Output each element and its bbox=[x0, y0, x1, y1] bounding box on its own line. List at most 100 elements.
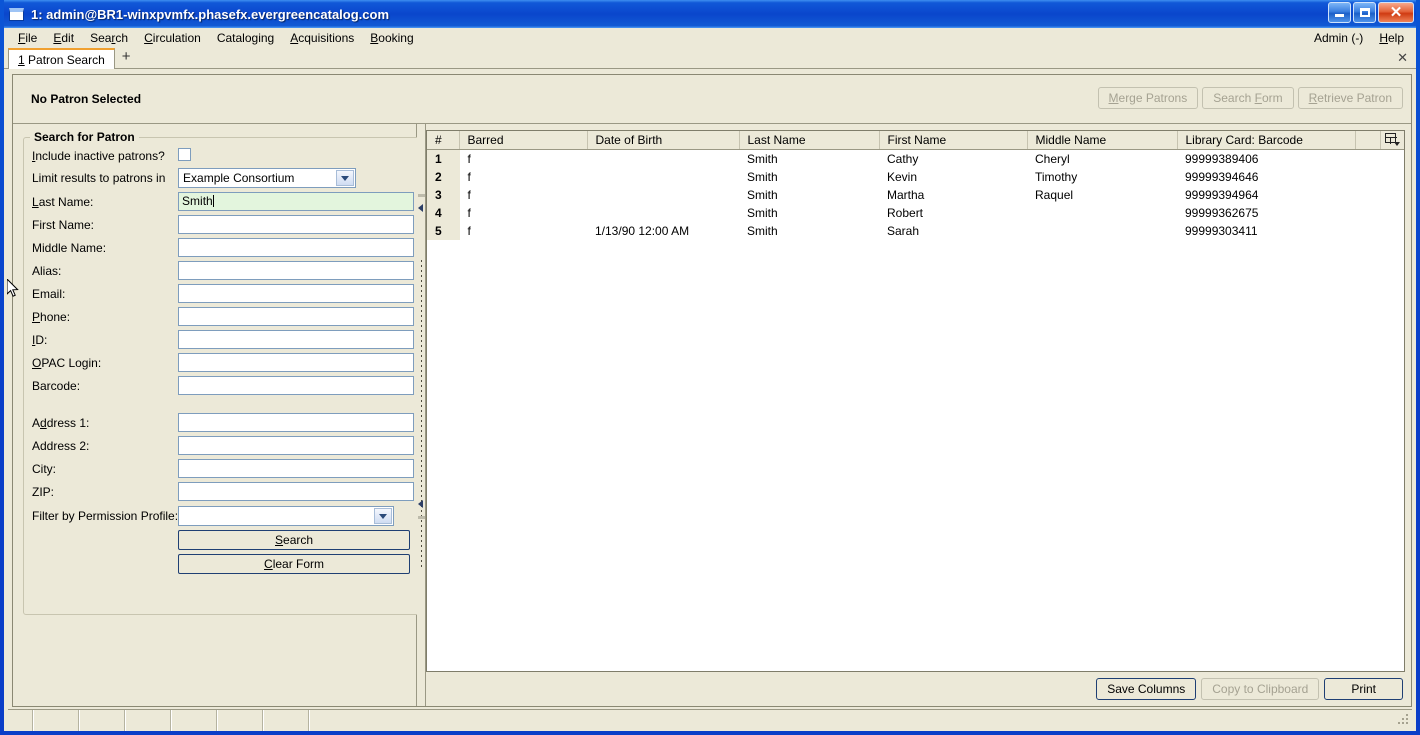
table-row[interactable]: 3 f Smith Martha Raquel 99999394964 bbox=[427, 185, 1404, 204]
collapse-left-icon[interactable] bbox=[418, 204, 423, 212]
new-tab-button[interactable]: + bbox=[115, 49, 138, 66]
splitter-nub-top bbox=[418, 194, 425, 197]
id-input[interactable] bbox=[178, 330, 415, 349]
cell-last-name: Smith bbox=[747, 169, 778, 184]
barcode-input[interactable] bbox=[178, 376, 415, 395]
results-table: # Barred Date of Birth Last Name First N… bbox=[427, 131, 1404, 240]
print-button[interactable]: Print bbox=[1324, 678, 1403, 700]
search-form-panel: Search for Patron Include inactive patro… bbox=[13, 123, 422, 706]
clear-form-button[interactable]: Clear Form bbox=[178, 554, 411, 574]
column-picker-button[interactable] bbox=[1379, 131, 1404, 150]
last-name-input[interactable]: Smith bbox=[178, 192, 415, 211]
cell-last-name: Smith bbox=[747, 151, 778, 166]
panel-splitter[interactable] bbox=[417, 123, 426, 706]
form-row-search-button: Search bbox=[30, 528, 414, 552]
menu-bar: File Edit Search Circulation Cataloging … bbox=[4, 28, 1416, 47]
minimize-icon bbox=[1335, 14, 1344, 17]
maximize-icon bbox=[1359, 8, 1370, 17]
form-row-permission-profile: Filter by Permission Profile: bbox=[30, 503, 414, 528]
column-header-first-name[interactable]: First Name bbox=[878, 131, 1027, 150]
menu-booking[interactable]: Booking bbox=[362, 30, 421, 46]
form-row-id: ID: bbox=[30, 328, 415, 351]
column-header-barred[interactable]: Barred bbox=[458, 131, 587, 150]
column-header-index[interactable]: # bbox=[427, 131, 459, 150]
limit-results-select[interactable]: Example Consortium bbox=[178, 168, 357, 188]
limit-results-value: Example Consortium bbox=[183, 171, 295, 185]
close-button[interactable]: ✕ bbox=[1378, 2, 1414, 23]
collapse-left-icon-bottom[interactable] bbox=[418, 500, 423, 508]
cell-index: 5 bbox=[427, 221, 460, 240]
cell-barcode: 99999394646 bbox=[1185, 169, 1259, 184]
cell-last-name: Smith bbox=[747, 223, 778, 238]
menu-help[interactable]: Help bbox=[1371, 30, 1412, 46]
status-segment-2 bbox=[34, 710, 80, 731]
splitter-grip bbox=[420, 260, 422, 570]
table-row[interactable]: 5 f 1/13/90 12:00 AM Smith Sarah 9999930… bbox=[427, 221, 1404, 240]
alias-input[interactable] bbox=[178, 261, 415, 280]
splitter-nub-bottom bbox=[418, 516, 425, 519]
phone-input[interactable] bbox=[178, 307, 415, 326]
menu-search[interactable]: Search bbox=[82, 30, 136, 46]
cell-dob bbox=[587, 168, 739, 186]
search-form-button[interactable]: Search Form bbox=[1202, 87, 1294, 109]
cell-index: 1 bbox=[427, 149, 460, 168]
permission-profile-select[interactable] bbox=[178, 506, 395, 526]
window-icon bbox=[9, 7, 24, 21]
form-row-alias: Alias: bbox=[30, 259, 415, 282]
minimize-button[interactable] bbox=[1328, 2, 1351, 23]
middle-name-input[interactable] bbox=[178, 238, 415, 257]
table-row[interactable]: 4 f Smith Robert 99999362675 bbox=[427, 203, 1404, 222]
address1-label: Address 1: bbox=[32, 415, 90, 430]
cell-dob bbox=[587, 204, 739, 222]
status-segment-4 bbox=[126, 710, 172, 731]
table-row[interactable]: 2 f Smith Kevin Timothy 99999394646 bbox=[427, 167, 1404, 186]
city-label: City: bbox=[32, 461, 56, 476]
status-segment-5 bbox=[172, 710, 218, 731]
maximize-button[interactable] bbox=[1353, 2, 1376, 23]
retrieve-patron-button[interactable]: Retrieve Patron bbox=[1297, 87, 1403, 109]
tab-patron-search[interactable]: 1 Patron Search bbox=[8, 48, 115, 69]
address2-input[interactable] bbox=[178, 436, 415, 455]
email-input[interactable] bbox=[178, 284, 415, 303]
tab-bar: 1 Patron Search + ✕ bbox=[4, 47, 1416, 69]
menu-file[interactable]: File bbox=[10, 30, 45, 46]
address1-input[interactable] bbox=[178, 413, 415, 432]
middle-name-label: Middle Name: bbox=[32, 240, 107, 255]
city-input[interactable] bbox=[178, 459, 415, 478]
form-row-opac-login: OPAC Login: bbox=[30, 351, 415, 374]
column-header-last-name[interactable]: Last Name bbox=[738, 131, 879, 150]
opac-login-input[interactable] bbox=[178, 353, 415, 372]
chevron-down-icon bbox=[336, 170, 355, 186]
column-header-dob[interactable]: Date of Birth bbox=[586, 131, 739, 150]
results-table-body: 1 f Smith Cathy Cheryl 99999389406 2 f S… bbox=[427, 149, 1404, 240]
column-header-library-card-barcode[interactable]: Library Card: Barcode bbox=[1176, 131, 1355, 150]
status-segment-6 bbox=[218, 710, 264, 731]
column-picker-icon bbox=[1385, 132, 1401, 146]
first-name-input[interactable] bbox=[178, 215, 415, 234]
patron-status-label: No Patron Selected bbox=[31, 92, 142, 106]
last-name-value: Smith bbox=[182, 194, 213, 208]
copy-to-clipboard-button[interactable]: Copy to Clipboard bbox=[1201, 678, 1320, 700]
menu-edit[interactable]: Edit bbox=[45, 30, 82, 46]
table-row[interactable]: 1 f Smith Cathy Cheryl 99999389406 bbox=[427, 149, 1404, 168]
cell-picker-spacer bbox=[1380, 222, 1404, 240]
include-inactive-checkbox[interactable] bbox=[178, 148, 192, 161]
last-name-label: Last Name: bbox=[32, 194, 94, 209]
search-button[interactable]: Search bbox=[178, 530, 411, 550]
cell-index: 2 bbox=[427, 167, 460, 186]
client-area: File Edit Search Circulation Cataloging … bbox=[4, 28, 1416, 731]
zip-input[interactable] bbox=[178, 482, 415, 501]
menu-acquisitions[interactable]: Acquisitions bbox=[282, 30, 362, 46]
cell-index: 3 bbox=[427, 185, 460, 204]
form-row-phone: Phone: bbox=[30, 305, 415, 328]
menu-circulation[interactable]: Circulation bbox=[136, 30, 209, 46]
form-row-limit-results: Limit results to patrons in Example Cons… bbox=[30, 166, 414, 190]
resize-gripper[interactable] bbox=[1398, 714, 1410, 726]
close-tab-icon[interactable]: ✕ bbox=[1397, 50, 1408, 66]
save-columns-button[interactable]: Save Columns bbox=[1096, 678, 1197, 700]
menu-admin[interactable]: Admin (-) bbox=[1306, 30, 1371, 46]
status-segment-3 bbox=[80, 710, 126, 731]
merge-patrons-button[interactable]: Merge Patrons bbox=[1097, 87, 1199, 109]
menu-cataloging[interactable]: Cataloging bbox=[209, 30, 282, 46]
column-header-middle-name[interactable]: Middle Name bbox=[1026, 131, 1177, 150]
